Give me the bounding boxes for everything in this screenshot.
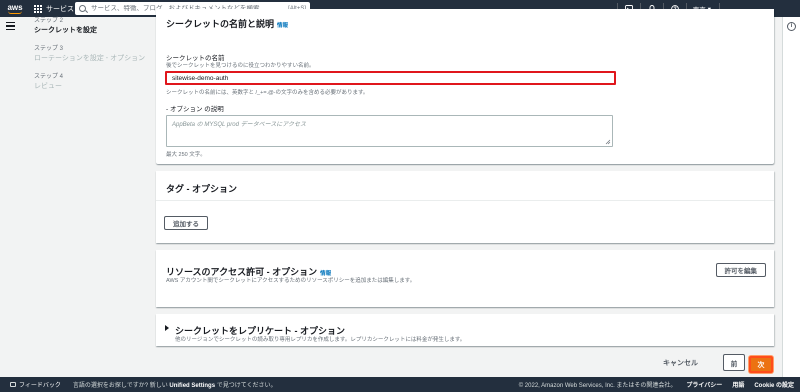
resize-grip-icon[interactable] (605, 139, 611, 145)
cancel-button[interactable]: キャンセル (663, 358, 698, 368)
divider (156, 200, 774, 201)
help-panel-rail: i (782, 17, 800, 377)
language-notice-prefix: 言語の選択をお探しですか? 新しい (72, 383, 170, 389)
resource-permissions-panel: リソースのアクセス許可 - オプション 情報 AWS アカウント間でシークレットに… (156, 250, 774, 307)
step-title: レビュー (34, 83, 62, 90)
step-number: ステップ 3 (34, 46, 64, 52)
next-button[interactable]: 次 (749, 356, 773, 373)
hamburger-menu-icon[interactable] (6, 22, 15, 30)
wizard-steps: ステップ 2 シークレットを設定 ステップ 3 ローテーションを設定 - オプシ… (34, 17, 154, 101)
step-title: ローテーションを設定 - オプション (34, 55, 146, 62)
step-number: ステップ 4 (34, 74, 64, 80)
grid-icon (34, 4, 42, 13)
privacy-link[interactable]: プライバシー (686, 380, 722, 389)
edit-permissions-button[interactable]: 許可を編集 (715, 263, 766, 277)
step-configure-secret: ステップ 2 シークレットを設定 (34, 17, 154, 35)
description-textarea[interactable] (166, 115, 613, 147)
search-icon (79, 5, 86, 12)
services-menu-button[interactable]: サービス (30, 4, 80, 14)
replicate-secret-panel[interactable]: シークレットをレプリケート - オプション 他のリージョンでシークレットの読み取… (156, 314, 774, 346)
previous-button[interactable]: 前 (723, 354, 745, 371)
unified-settings-link[interactable]: Unified Settings (169, 383, 215, 389)
terms-link[interactable]: 用語 (732, 380, 744, 389)
language-notice: 言語の選択をお探しですか? 新しい Unified Settings で見つけて… (73, 380, 277, 389)
panel-description: 他のリージョンでシークレットの読み取り専用レプリカを作成します。レプリカシークレ… (175, 337, 466, 343)
footer-links: © 2022, Amazon Web Services, Inc. またはその関… (519, 380, 794, 389)
panel-title: タグ - オプション (166, 184, 237, 194)
secret-name-description: 後でシークレットを見つけるのに役立つわかりやすい名前。 (166, 63, 315, 69)
add-tag-button[interactable]: 追加する (164, 216, 208, 230)
aws-smile-icon (8, 11, 22, 14)
language-notice-suffix: で見つけてください。 (215, 383, 277, 389)
step-review: ステップ 4 レビュー (34, 73, 154, 91)
cookie-settings-link[interactable]: Cookie の設定 (754, 380, 794, 389)
panel-description: AWS アカウント間でシークレットにアクセスするためのリソースポリシーを追加また… (166, 278, 416, 284)
step-rotation: ステップ 3 ローテーションを設定 - オプション (34, 45, 154, 63)
services-label: サービス (46, 5, 74, 13)
footer: フィードバック 言語の選択をお探しですか? 新しい Unified Settin… (0, 377, 800, 392)
tags-panel: タグ - オプション 追加する (156, 171, 774, 243)
copyright: © 2022, Amazon Web Services, Inc. またはその関… (518, 383, 677, 389)
step-number: ステップ 2 (34, 18, 64, 24)
info-icon[interactable]: i (787, 22, 796, 31)
secret-name-input[interactable] (165, 71, 616, 85)
panel-title-text: シークレットの名前と説明 (166, 19, 275, 29)
panel-title: シークレットの名前と説明 情報 (166, 17, 288, 30)
description-max-length: 最大 250 文字。 (166, 152, 206, 158)
step-title: シークレットを設定 (34, 27, 97, 34)
secret-name-constraint: シークレットの名前には、英数字と /_+=.@-の文字のみを含める必要があります… (166, 90, 369, 96)
feedback-label: フィードバック (19, 383, 61, 389)
caret-right-icon[interactable] (165, 325, 169, 331)
info-link[interactable]: 情報 (277, 23, 288, 29)
aws-logo[interactable]: aws (0, 0, 30, 17)
description-label: - オプション の説明 (166, 106, 224, 113)
secret-name-panel: シークレットの名前と説明 情報 シークレットの名前 後でシークレットを見つけるのに… (156, 9, 774, 164)
feedback-icon (10, 382, 16, 387)
feedback-link[interactable]: フィードバック (10, 380, 61, 389)
